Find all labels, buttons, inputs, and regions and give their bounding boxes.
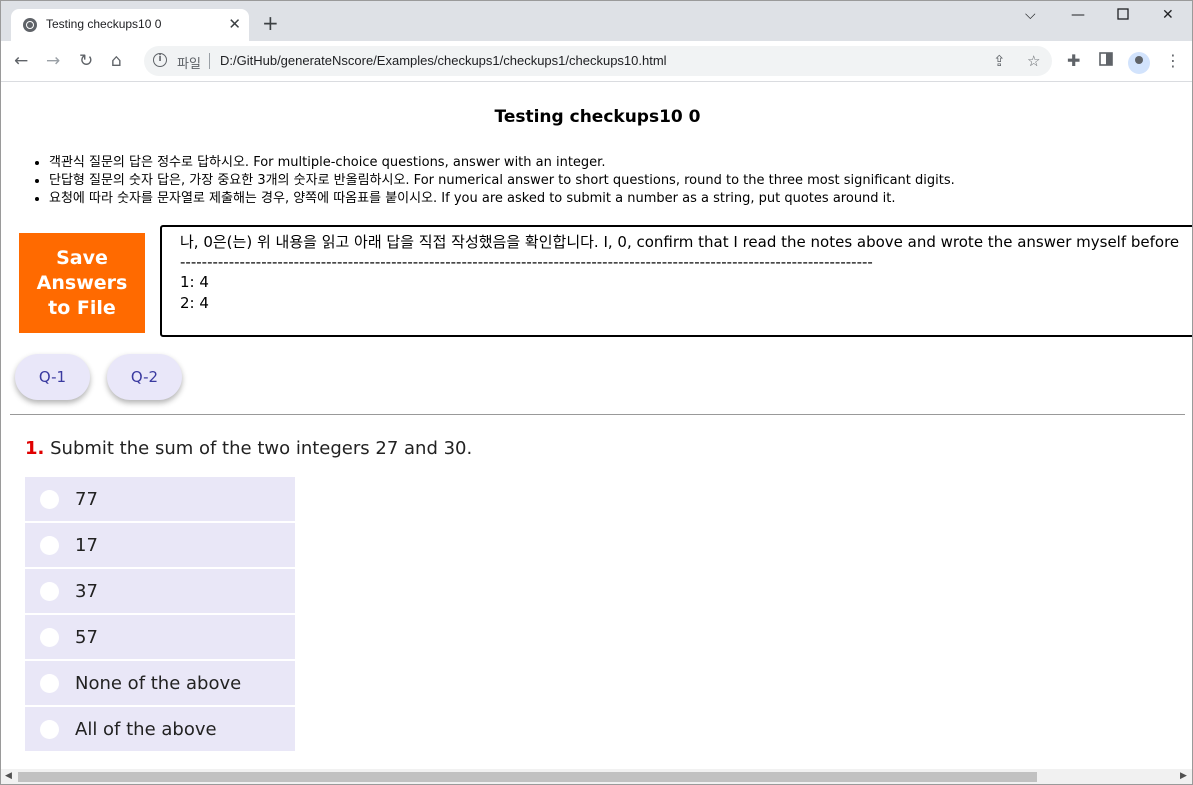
tab-close-icon[interactable]: ✕ bbox=[228, 15, 241, 33]
option-label: 77 bbox=[75, 489, 98, 510]
answer-option[interactable]: 57 bbox=[25, 615, 295, 659]
browser-tab[interactable]: Testing checkups10 0 ✕ bbox=[11, 9, 249, 41]
radio-button[interactable] bbox=[40, 674, 59, 693]
answer-line: 1: 4 bbox=[180, 273, 209, 291]
reload-icon[interactable]: ↻ bbox=[79, 51, 93, 71]
question-nav-button-q1[interactable]: Q-1 bbox=[15, 354, 90, 400]
url-separator bbox=[209, 53, 210, 69]
horizontal-scrollbar[interactable]: ◀ ▶ bbox=[1, 769, 1192, 784]
radio-button[interactable] bbox=[40, 720, 59, 739]
question-prompt: Submit the sum of the two integers 27 an… bbox=[50, 438, 473, 459]
option-label: All of the above bbox=[75, 719, 217, 740]
answer-option[interactable]: 17 bbox=[25, 523, 295, 567]
instruction-item: 요청에 따라 숫자를 문자열로 제출해는 경우, 양쪽에 따옴표를 붙이시오. … bbox=[49, 190, 955, 208]
chevron-down-icon[interactable]: ⌵ bbox=[1025, 7, 1036, 23]
confirmation-line: 나, 0은(는) 위 내용을 읽고 아래 답을 직접 작성했음을 확인합니다. … bbox=[180, 233, 1180, 251]
option-label: 57 bbox=[75, 627, 98, 648]
address-bar[interactable]: i 파일 D:/GitHub/generateNscore/Examples/c… bbox=[144, 46, 1052, 76]
tab-title: Testing checkups10 0 bbox=[46, 17, 162, 31]
minimize-icon[interactable]: — bbox=[1071, 7, 1085, 23]
option-label: 17 bbox=[75, 535, 98, 556]
divider bbox=[10, 414, 1185, 415]
maximize-icon[interactable] bbox=[1117, 8, 1129, 24]
save-button-line: Answers bbox=[36, 271, 128, 294]
answer-option[interactable]: 37 bbox=[25, 569, 295, 613]
title-bar: Testing checkups10 0 ✕ + ⌵ — ✕ bbox=[1, 1, 1192, 41]
extensions-icon[interactable]: ✚ bbox=[1067, 51, 1080, 71]
radio-button[interactable] bbox=[40, 490, 59, 509]
scrollbar-thumb[interactable] bbox=[18, 772, 1037, 782]
browser-toolbar: ← → ↻ ⌂ i 파일 D:/GitHub/generateNscore/Ex… bbox=[1, 41, 1192, 82]
home-icon[interactable]: ⌂ bbox=[111, 51, 122, 71]
profile-icon[interactable] bbox=[1128, 52, 1150, 74]
option-label: None of the above bbox=[75, 673, 242, 694]
separator-line: ----------------------------------------… bbox=[180, 253, 873, 271]
answer-option[interactable]: 77 bbox=[25, 477, 295, 521]
instruction-item: 객관식 질문의 답은 정수로 답하시오. For multiple-choice… bbox=[49, 154, 955, 172]
instructions-list: 객관식 질문의 답은 정수로 답하시오. For multiple-choice… bbox=[31, 154, 955, 208]
radio-button[interactable] bbox=[40, 628, 59, 647]
side-panel-icon[interactable] bbox=[1099, 51, 1113, 71]
save-button-line: to File bbox=[48, 296, 116, 319]
question-text: 1. Submit the sum of the two integers 27… bbox=[25, 438, 472, 459]
url-text[interactable]: D:/GitHub/generateNscore/Examples/checku… bbox=[220, 53, 667, 68]
radio-button[interactable] bbox=[40, 582, 59, 601]
answers-textarea[interactable]: 나, 0은(는) 위 내용을 읽고 아래 답을 직접 작성했음을 확인합니다. … bbox=[160, 225, 1192, 337]
new-tab-button[interactable]: + bbox=[262, 13, 279, 33]
answer-line: 2: 4 bbox=[180, 294, 209, 312]
answer-option[interactable]: All of the above bbox=[25, 707, 295, 751]
menu-icon[interactable]: ⋮ bbox=[1165, 51, 1181, 71]
page-title: Testing checkups10 0 bbox=[494, 107, 701, 127]
back-icon[interactable]: ← bbox=[14, 51, 28, 71]
instruction-item: 단답형 질문의 숫자 답은, 가장 중요한 3개의 숫자로 반올림하시오. Fo… bbox=[49, 172, 955, 190]
page-content: Testing checkups10 0 객관식 질문의 답은 정수로 답하시오… bbox=[1, 82, 1192, 769]
answer-option[interactable]: None of the above bbox=[25, 661, 295, 705]
globe-icon bbox=[23, 18, 37, 32]
scroll-right-icon[interactable]: ▶ bbox=[1180, 771, 1187, 781]
forward-icon[interactable]: → bbox=[46, 51, 60, 71]
question-number: 1. bbox=[25, 438, 45, 459]
option-label: 37 bbox=[75, 581, 98, 602]
save-button-line: Save bbox=[56, 246, 108, 269]
scroll-left-icon[interactable]: ◀ bbox=[5, 771, 12, 781]
close-icon[interactable]: ✕ bbox=[1162, 7, 1174, 23]
url-scheme: 파일 bbox=[177, 57, 201, 72]
question-nav-button-q2[interactable]: Q-2 bbox=[107, 354, 182, 400]
info-icon[interactable]: i bbox=[153, 53, 167, 67]
radio-button[interactable] bbox=[40, 536, 59, 555]
star-icon[interactable]: ☆ bbox=[1027, 52, 1040, 70]
share-icon[interactable]: ⇪ bbox=[993, 52, 1006, 70]
browser-window: Testing checkups10 0 ✕ + ⌵ — ✕ ← → ↻ ⌂ i… bbox=[0, 0, 1193, 785]
save-answers-button[interactable]: Save Answers to File bbox=[19, 233, 145, 333]
